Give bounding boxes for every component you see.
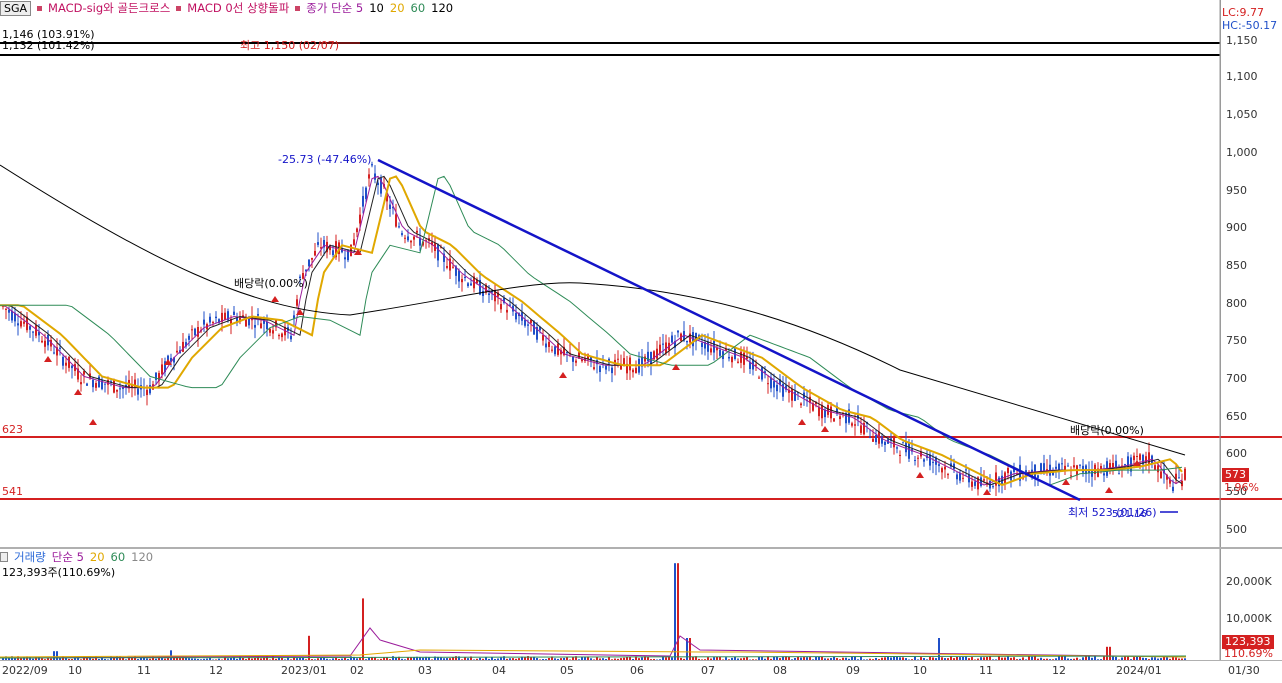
- x-tick: 08: [773, 664, 787, 677]
- volume-bar: [56, 651, 58, 660]
- volume-chip-icon[interactable]: [0, 552, 8, 562]
- x-tick: 03: [418, 664, 432, 677]
- current-volume-pct: 110.69%: [1224, 647, 1273, 660]
- x-tick: 11: [137, 664, 151, 677]
- volume-bar: [170, 650, 172, 660]
- volume-legend-ma120: 120: [131, 550, 154, 564]
- x-tick: 09: [846, 664, 860, 677]
- volume-legend-ma5: 단순 5: [51, 550, 84, 564]
- x-tick: 2022/09: [2, 664, 48, 677]
- volume-chart-svg: [0, 549, 1221, 660]
- x-tick: 10: [68, 664, 82, 677]
- x-tick: 05: [560, 664, 574, 677]
- volume-bar: [362, 598, 364, 660]
- x-tick: 12: [209, 664, 223, 677]
- volume-bar: [1109, 646, 1111, 660]
- x-tick: 02: [350, 664, 364, 677]
- x-tick: 10: [913, 664, 927, 677]
- volume-bar: [53, 651, 55, 660]
- volume-bar: [677, 563, 679, 660]
- x-tick: 07: [701, 664, 715, 677]
- volume-legend-item: 거래량: [14, 550, 46, 564]
- volume-summary: 123,393주(110.69%): [2, 566, 116, 579]
- volume-legend-ma20: 20: [89, 550, 105, 564]
- volume-ma5-line: [0, 627, 1187, 659]
- volume-bar: [1106, 646, 1108, 660]
- volume-legend-ma60: 60: [110, 550, 126, 564]
- volume-legend: 거래량 단순 5 20 60 120: [0, 549, 153, 565]
- x-axis-divider: [0, 660, 1282, 661]
- x-tick: 01/30: [1228, 664, 1260, 677]
- x-tick: 04: [492, 664, 506, 677]
- x-tick: 2024/01: [1116, 664, 1162, 677]
- x-tick: 12: [1052, 664, 1066, 677]
- volume-tick: 10,000K: [1226, 612, 1272, 625]
- x-tick: 11: [979, 664, 993, 677]
- x-tick: 06: [630, 664, 644, 677]
- volume-tick: 20,000K: [1226, 575, 1272, 588]
- x-tick: 2023/01: [281, 664, 327, 677]
